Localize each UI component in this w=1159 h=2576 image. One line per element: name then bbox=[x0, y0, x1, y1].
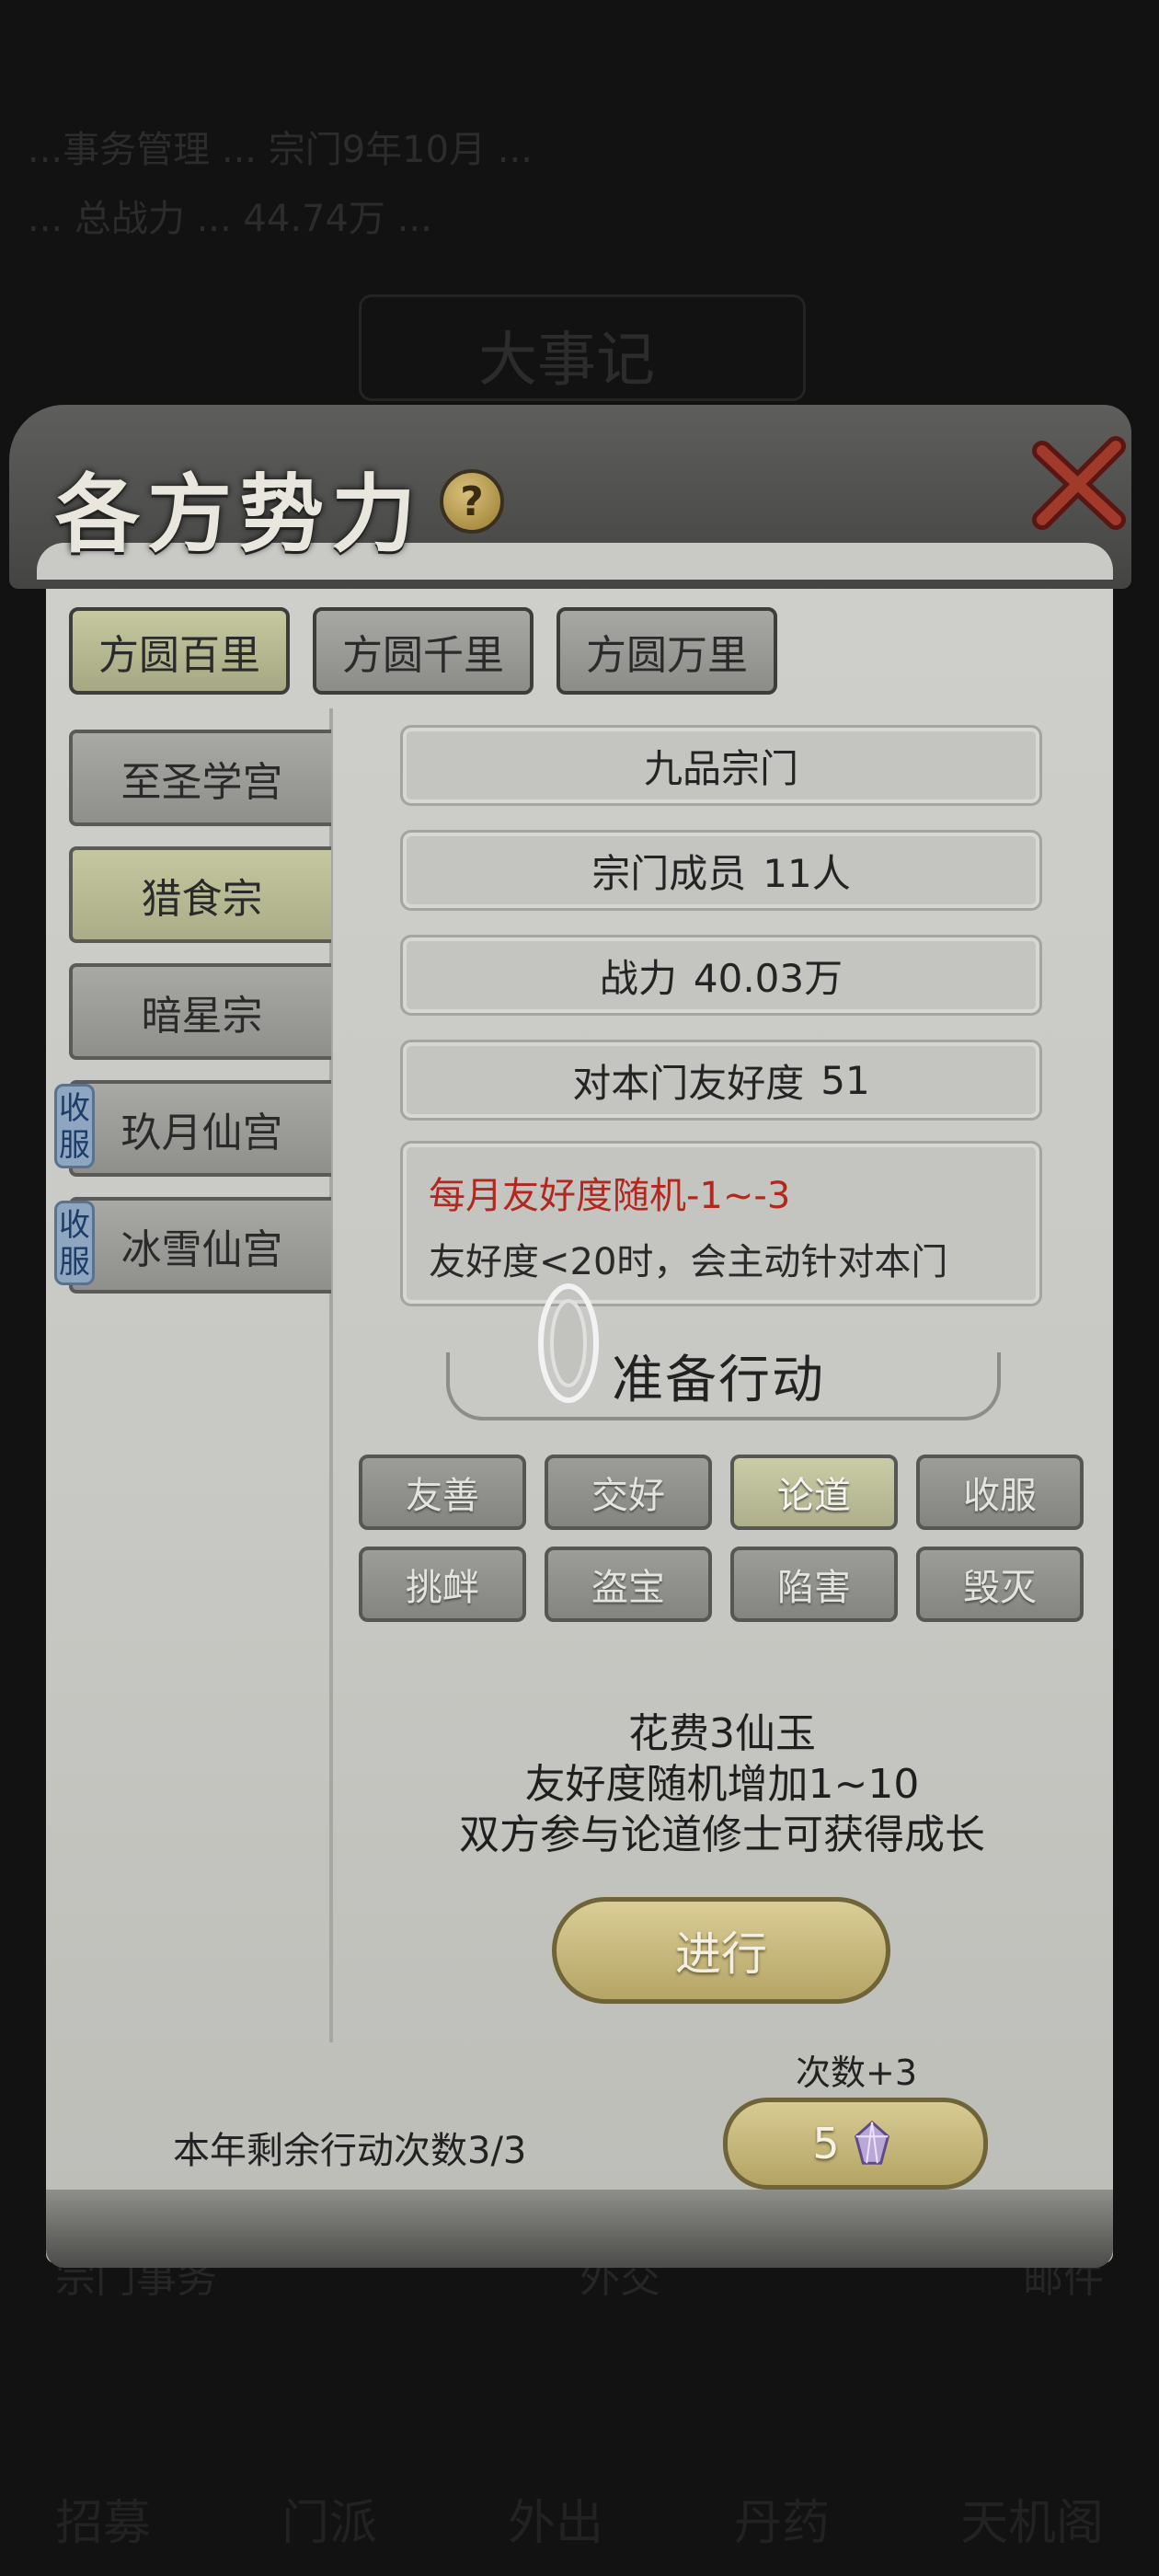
bg-nav-item: 丹药 bbox=[733, 2496, 830, 2551]
bg-nav-item: 外出 bbox=[507, 2496, 603, 2551]
buy-times-button[interactable]: 5 bbox=[723, 2098, 988, 2190]
faction-item[interactable]: 暗星宗 bbox=[69, 963, 331, 1060]
sect-grade-text: 九品宗门 bbox=[643, 745, 798, 791]
faction-name: 至圣学宫 bbox=[120, 758, 283, 806]
remaining-actions: 本年剩余行动次数3/3 bbox=[173, 2130, 527, 2172]
friendship-note: 每月友好度随机-1~-3 友好度<20时，会主动针对本门 bbox=[400, 1141, 1042, 1306]
power-value: 40.03万 bbox=[693, 955, 843, 1001]
bg-title: 大事记 bbox=[478, 327, 655, 395]
proceed-button[interactable]: 进行 bbox=[552, 1897, 890, 2004]
action-discuss-dao-button[interactable]: 论道 bbox=[730, 1455, 898, 1530]
friendship-label: 对本门友好度 bbox=[572, 1060, 805, 1106]
bg-bottom-nav: 招募 门派 外出 丹药 天机阁 bbox=[55, 2484, 1104, 2553]
action-steal-button[interactable]: 盗宝 bbox=[545, 1547, 712, 1622]
power-label: 战力 bbox=[599, 955, 677, 1001]
section-title: 准备行动 bbox=[612, 1351, 825, 1410]
friendship-value: 51 bbox=[820, 1057, 870, 1103]
faction-name: 冰雪仙宫 bbox=[120, 1225, 283, 1273]
sect-members: 宗门成员 11人 bbox=[400, 830, 1042, 911]
friendship-note-warning: 友好度<20时，会主动针对本门 bbox=[429, 1241, 948, 1283]
bg-nav-item: 门派 bbox=[281, 2496, 377, 2551]
friendship-note-monthly: 每月友好度随机-1~-3 bbox=[429, 1175, 791, 1217]
panel-title: 各方势力 bbox=[55, 465, 424, 564]
action-bonus: 双方参与论道修士可获得成长 bbox=[459, 1811, 985, 1858]
sect-grade: 九品宗门 bbox=[400, 725, 1042, 806]
bg-nav-item: 天机阁 bbox=[959, 2496, 1104, 2551]
faction-name: 暗星宗 bbox=[141, 992, 263, 1040]
faction-item[interactable]: 至圣学宫 bbox=[69, 730, 331, 826]
tab-range-1000[interactable]: 方圆千里 bbox=[313, 607, 534, 695]
spirit-jade-icon bbox=[854, 2120, 889, 2165]
mirror-icon bbox=[538, 1283, 599, 1403]
action-frame-button[interactable]: 陷害 bbox=[730, 1547, 898, 1622]
action-friendly-button[interactable]: 友善 bbox=[359, 1455, 526, 1530]
bg-status-row-1: ...事务管理 ... 宗门9年10月 ... bbox=[28, 129, 533, 171]
bg-status-row-2: ... 总战力 ... 44.74万 ... bbox=[28, 198, 432, 240]
subdued-badge: 收服 bbox=[54, 1201, 95, 1285]
members-label: 宗门成员 bbox=[591, 850, 747, 896]
sect-friendship: 对本门友好度 51 bbox=[400, 1040, 1042, 1121]
action-provoke-button[interactable]: 挑衅 bbox=[359, 1547, 526, 1622]
tab-range-10000[interactable]: 方圆万里 bbox=[557, 607, 777, 695]
faction-name: 猎食宗 bbox=[141, 875, 263, 923]
buy-cost: 5 bbox=[812, 2119, 840, 2168]
panel-footer-frame bbox=[46, 2190, 1113, 2268]
help-icon[interactable]: ? bbox=[440, 469, 504, 534]
faction-name: 玖月仙宫 bbox=[120, 1109, 283, 1156]
close-icon[interactable] bbox=[1028, 432, 1130, 534]
action-destroy-button[interactable]: 毁灭 bbox=[916, 1547, 1084, 1622]
action-befriend-button[interactable]: 交好 bbox=[545, 1455, 712, 1530]
members-value: 11人 bbox=[763, 850, 851, 896]
subdued-badge: 收服 bbox=[54, 1084, 95, 1168]
faction-item[interactable]: 收服 冰雪仙宫 bbox=[54, 1197, 331, 1294]
faction-item-selected[interactable]: 猎食宗 bbox=[69, 846, 331, 943]
faction-item[interactable]: 收服 玖月仙宫 bbox=[54, 1080, 331, 1177]
action-subdue-button[interactable]: 收服 bbox=[916, 1455, 1084, 1530]
bg-nav-item: 招募 bbox=[55, 2496, 152, 2551]
times-plus-label: 次数+3 bbox=[796, 2053, 918, 2093]
sect-power: 战力 40.03万 bbox=[400, 935, 1042, 1016]
tab-range-100[interactable]: 方圆百里 bbox=[69, 607, 290, 695]
